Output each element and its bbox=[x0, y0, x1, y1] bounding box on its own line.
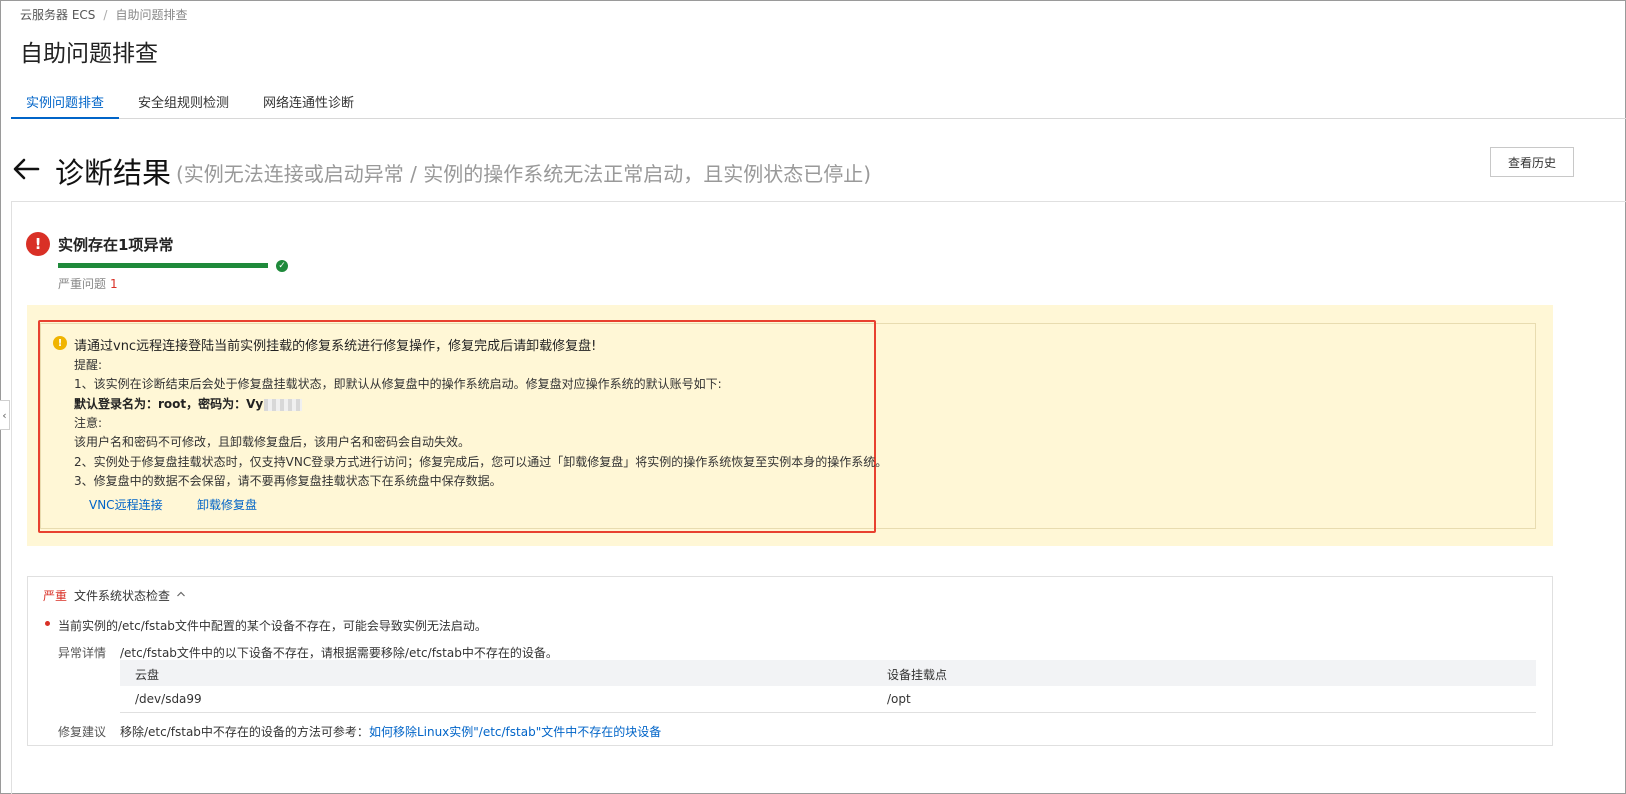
column-header-mount-point: 设备挂载点 bbox=[887, 668, 948, 682]
chevron-up-icon[interactable] bbox=[176, 590, 186, 598]
result-title: 诊断结果 bbox=[55, 156, 172, 190]
view-history-button[interactable]: 查看历史 bbox=[1490, 147, 1574, 177]
bullet-dot bbox=[45, 621, 50, 626]
table-header: 云盘 设备挂载点 bbox=[120, 660, 1536, 686]
page-title: 自助问题排查 bbox=[20, 41, 158, 67]
breadcrumb-current: 自助问题排查 bbox=[115, 8, 188, 22]
notice-note-label: 注意: bbox=[74, 416, 103, 430]
notice-line-3: 3、修复盘中的数据不会保留，请不要再修复盘挂载状态下在系统盘中保存数据。 bbox=[74, 474, 502, 488]
detail-text: /etc/fstab文件中的以下设备不存在，请根据需要移除/etc/fstab中… bbox=[120, 646, 558, 660]
advice-label: 修复建议 bbox=[58, 725, 107, 739]
advice-text: 移除/etc/fstab中不存在的设备的方法可参考： bbox=[120, 725, 369, 739]
breadcrumb: 云服务器 ECS / 自助问题排查 bbox=[20, 6, 187, 23]
notice-reminder-label: 提醒: bbox=[74, 358, 103, 372]
detail-label: 异常详情 bbox=[58, 646, 107, 660]
tab-network-diagnosis[interactable]: 网络连通性诊断 bbox=[248, 92, 369, 118]
notice-headline: 请通过vnc远程连接登陆当前实例挂载的修复系统进行修复操作，修复完成后请卸载修复… bbox=[74, 339, 597, 354]
breadcrumb-root[interactable]: 云服务器 ECS bbox=[20, 8, 95, 22]
tab-bar: 实例问题排查 安全组规则检测 网络连通性诊断 bbox=[11, 86, 1626, 119]
result-subtitle: (实例无法连接或启动异常 / 实例的操作系统无法正常启动，且实例状态已停止) bbox=[176, 162, 872, 186]
cell-disk: /dev/sda99 bbox=[135, 692, 202, 706]
device-table: 云盘 设备挂载点 /dev/sda99 /opt bbox=[120, 660, 1536, 713]
chevron-left-icon[interactable]: ‹ bbox=[0, 400, 10, 430]
arrow-left-icon[interactable] bbox=[12, 157, 40, 181]
notice-line-2: 2、实例处于修复盘挂载状态时，仅支持VNC登录方式进行访问；修复完成后，您可以通… bbox=[74, 455, 888, 469]
summary-title: 实例存在1项异常 bbox=[58, 236, 174, 254]
severe-count: 1 bbox=[110, 277, 118, 291]
unmount-repair-disk-link[interactable]: 卸载修复盘 bbox=[197, 496, 257, 513]
check-title: 文件系统状态检查 bbox=[74, 589, 171, 603]
severity-tag: 严重 bbox=[43, 589, 68, 603]
exclamation-circle-icon: ! bbox=[26, 232, 50, 256]
progress-fill bbox=[58, 263, 268, 268]
advice-doc-link[interactable]: 如何移除Linux实例"/etc/fstab"文件中不存在的块设备 bbox=[369, 725, 661, 739]
severe-count-line: 严重问题 1 bbox=[58, 275, 118, 292]
notice-credentials: 默认登录名为：root，密码为：Vy bbox=[74, 397, 264, 411]
notice-credentials-line: 默认登录名为：root，密码为：Vy bbox=[74, 395, 303, 412]
notice-line-1: 1、该实例在诊断结束后会处于修复盘挂载状态，即默认从修复盘中的操作系统启动。修复… bbox=[74, 377, 722, 391]
check-circle-icon: ✓ bbox=[276, 260, 288, 272]
table-row: /dev/sda99 /opt bbox=[120, 686, 1536, 713]
warning-circle-icon: ! bbox=[53, 336, 67, 350]
cell-mount-point: /opt bbox=[887, 692, 911, 706]
tab-security-group-check[interactable]: 安全组规则检测 bbox=[123, 92, 244, 118]
severe-label: 严重问题 bbox=[58, 277, 107, 291]
issue-text: 当前实例的/etc/fstab文件中配置的某个设备不存在，可能会导致实例无法启动… bbox=[58, 619, 487, 633]
password-mask bbox=[264, 398, 303, 411]
notice-note-text: 该用户名和密码不可修改，且卸载修复盘后，该用户名和密码会自动失效。 bbox=[74, 435, 471, 449]
tab-instance-troubleshoot[interactable]: 实例问题排查 bbox=[11, 92, 120, 119]
advice-line: 移除/etc/fstab中不存在的设备的方法可参考：如何移除Linux实例"/e… bbox=[120, 723, 661, 740]
breadcrumb-separator: / bbox=[103, 8, 108, 22]
column-header-disk: 云盘 bbox=[135, 668, 160, 682]
vnc-connect-link[interactable]: VNC远程连接 bbox=[89, 496, 163, 513]
diagnosis-progress-bar bbox=[58, 263, 268, 268]
